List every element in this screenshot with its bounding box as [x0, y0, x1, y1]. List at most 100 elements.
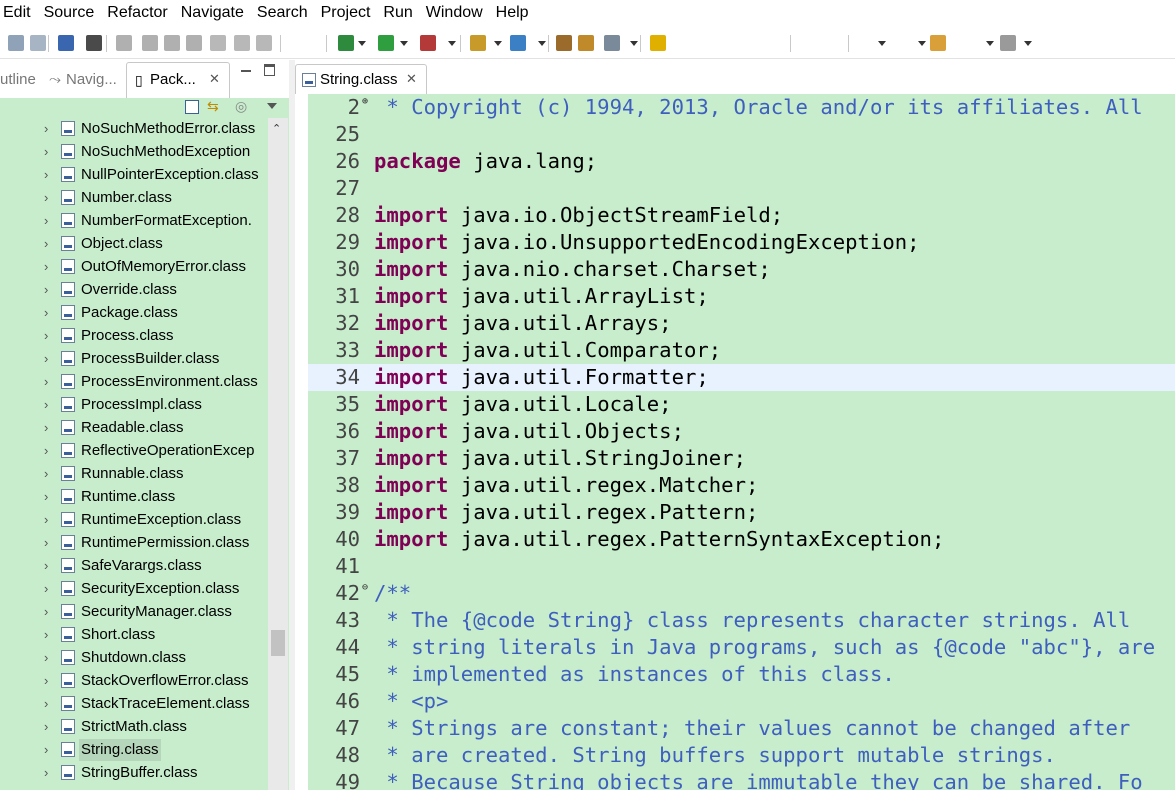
code-line[interactable]: 37 import java.util.StringJoiner;	[308, 445, 1175, 472]
tab-outline[interactable]: utline	[0, 71, 36, 88]
tree-item[interactable]: › ProcessEnvironment.class	[0, 371, 268, 393]
menu-window[interactable]: Window	[426, 4, 483, 22]
menu-help[interactable]: Help	[496, 4, 529, 22]
code-line[interactable]: 28 import java.io.ObjectStreamField;	[308, 202, 1175, 229]
code-line[interactable]: 35 import java.util.Locale;	[308, 391, 1175, 418]
tree-item[interactable]: › Shutdown.class	[0, 647, 268, 669]
chevron-down-icon[interactable]	[358, 41, 366, 46]
tree-item[interactable]: › Override.class	[0, 279, 268, 301]
tree-item[interactable]: › ProcessBuilder.class	[0, 348, 268, 370]
expand-arrow-icon[interactable]: ›	[44, 417, 48, 439]
menu-edit[interactable]: Edit	[3, 4, 31, 22]
run-icon[interactable]	[378, 35, 394, 51]
code-line[interactable]: 36 import java.util.Objects;	[308, 418, 1175, 445]
code-line[interactable]: 43 * The {@code String} class represents…	[308, 607, 1175, 634]
code-line[interactable]: 30 import java.nio.charset.Charset;	[308, 256, 1175, 283]
tab-navigator[interactable]: Navig...	[66, 71, 117, 88]
expand-arrow-icon[interactable]: ›	[44, 233, 48, 255]
code-line[interactable]: 49 * Because String objects are immutabl…	[308, 769, 1175, 790]
new-class-icon[interactable]	[510, 35, 526, 51]
maximize-icon[interactable]	[264, 64, 275, 76]
code-line[interactable]: 47 * Strings are constant; their values …	[308, 715, 1175, 742]
close-icon[interactable]: ✕	[209, 71, 220, 87]
menu-refactor[interactable]: Refactor	[107, 4, 167, 22]
expand-arrow-icon[interactable]: ›	[44, 509, 48, 531]
tree-item[interactable]: › String.class	[0, 739, 268, 761]
tree-item[interactable]: › StrictMath.class	[0, 716, 268, 738]
expand-arrow-icon[interactable]: ›	[44, 486, 48, 508]
expand-arrow-icon[interactable]: ›	[44, 716, 48, 738]
tree-item[interactable]: › NumberFormatException.	[0, 210, 268, 232]
back-icon[interactable]	[930, 35, 946, 51]
tree-item[interactable]: › NoSuchMethodError.class	[0, 118, 268, 140]
tree-item[interactable]: › SafeVarargs.class	[0, 555, 268, 577]
disconnect-icon[interactable]	[186, 35, 202, 51]
code-line[interactable]: 45 * implemented as instances of this cl…	[308, 661, 1175, 688]
expand-arrow-icon[interactable]: ›	[44, 693, 48, 715]
menu-navigate[interactable]: Navigate	[181, 4, 244, 22]
code-line[interactable]: 38 import java.util.regex.Matcher;	[308, 472, 1175, 499]
skip-breakpoints-icon[interactable]	[86, 35, 102, 51]
expand-arrow-icon[interactable]: ›	[44, 762, 48, 784]
chevron-down-icon[interactable]	[986, 41, 994, 46]
collapse-all-icon[interactable]	[185, 100, 199, 114]
expand-arrow-icon[interactable]: ›	[44, 394, 48, 416]
expand-arrow-icon[interactable]: ›	[44, 601, 48, 623]
tree-item[interactable]: › Runnable.class	[0, 463, 268, 485]
expand-arrow-icon[interactable]: ›	[44, 739, 48, 761]
code-line[interactable]: 48 * are created. String buffers support…	[308, 742, 1175, 769]
menu-source[interactable]: Source	[44, 4, 95, 22]
expand-arrow-icon[interactable]: ›	[44, 302, 48, 324]
tree-item[interactable]: › OutOfMemoryError.class	[0, 256, 268, 278]
expand-arrow-icon[interactable]: ›	[44, 256, 48, 278]
debug-icon[interactable]	[338, 35, 354, 51]
expand-arrow-icon[interactable]: ›	[44, 348, 48, 370]
search-icon[interactable]	[604, 35, 620, 51]
tree-item[interactable]: › NoSuchMethodException	[0, 141, 268, 163]
code-line[interactable]: 39 import java.util.regex.Pattern;	[308, 499, 1175, 526]
terminal-icon[interactable]	[58, 35, 74, 51]
code-line[interactable]: 29 import java.io.UnsupportedEncodingExce…	[308, 229, 1175, 256]
expand-fold-icon[interactable]: ⊕	[362, 94, 368, 110]
tab-package-explorer[interactable]: ▯ Pack... ✕	[126, 62, 230, 99]
tab-string-class[interactable]: String.class ✕	[295, 64, 427, 95]
menu-project[interactable]: Project	[321, 4, 371, 22]
chevron-down-icon[interactable]	[400, 41, 408, 46]
chevron-down-icon[interactable]	[630, 41, 638, 46]
expand-arrow-icon[interactable]: ›	[44, 440, 48, 462]
menu-search[interactable]: Search	[257, 4, 308, 22]
tree-item[interactable]: › StackOverflowError.class	[0, 670, 268, 692]
tree-item[interactable]: › StringBuffer.class	[0, 762, 268, 784]
view-menu-icon[interactable]	[267, 103, 277, 109]
tree-scrollbar[interactable]: ⌃	[268, 118, 288, 790]
tree-item[interactable]: › Package.class	[0, 302, 268, 324]
save-icon[interactable]	[8, 35, 24, 51]
chevron-down-icon[interactable]	[448, 41, 456, 46]
new-java-project-icon[interactable]	[470, 35, 486, 51]
tree-item[interactable]: › ReflectiveOperationExcep	[0, 440, 268, 462]
tree-item[interactable]: › RuntimeException.class	[0, 509, 268, 531]
tree-item[interactable]: › Short.class	[0, 624, 268, 646]
open-type-icon[interactable]	[556, 35, 572, 51]
tree-item[interactable]: › Readable.class	[0, 417, 268, 439]
code-line[interactable]: 2 ⊕ * Copyright (c) 1994, 2013, Oracle an…	[308, 94, 1175, 121]
tree-item[interactable]: › StackTraceElement.class	[0, 693, 268, 715]
expand-arrow-icon[interactable]: ›	[44, 325, 48, 347]
chevron-down-icon[interactable]	[878, 41, 886, 46]
expand-arrow-icon[interactable]: ›	[44, 532, 48, 554]
tree-item[interactable]: › ProcessImpl.class	[0, 394, 268, 416]
step-over-icon[interactable]	[234, 35, 250, 51]
code-line[interactable]: 25	[308, 121, 1175, 148]
collapse-fold-icon[interactable]: ⊖	[362, 580, 368, 596]
resume-icon[interactable]	[116, 35, 132, 51]
expand-arrow-icon[interactable]: ›	[44, 578, 48, 600]
run-last-icon[interactable]	[420, 35, 436, 51]
close-icon[interactable]: ✕	[406, 71, 417, 87]
tree-item[interactable]: › Runtime.class	[0, 486, 268, 508]
tree-item[interactable]: › RuntimePermission.class	[0, 532, 268, 554]
chevron-down-icon[interactable]	[918, 41, 926, 46]
chevron-down-icon[interactable]	[494, 41, 502, 46]
tree-item[interactable]: › Object.class	[0, 233, 268, 255]
minimize-icon[interactable]	[241, 70, 251, 72]
code-line[interactable]: 41	[308, 553, 1175, 580]
